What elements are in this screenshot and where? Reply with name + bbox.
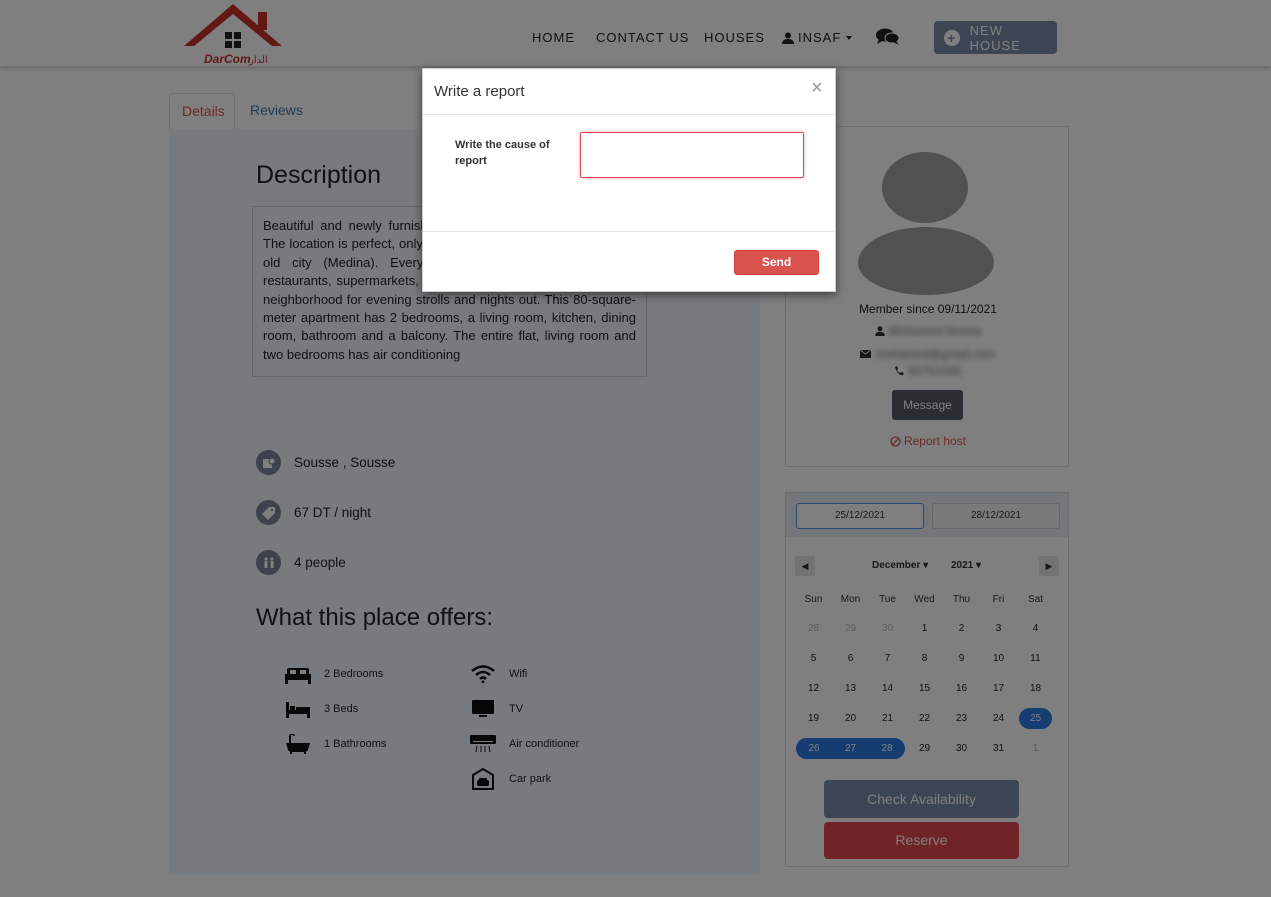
send-button[interactable]: Send	[734, 250, 819, 275]
modal-title: Write a report	[434, 83, 525, 100]
report-cause-label: Write the cause of report	[455, 139, 550, 167]
report-modal: Write a report × Write the cause of repo…	[422, 68, 836, 292]
close-icon[interactable]: ×	[811, 78, 823, 98]
modal-header: Write a report ×	[423, 69, 835, 115]
report-cause-textarea[interactable]	[580, 132, 804, 178]
modal-footer: Send	[423, 231, 835, 291]
